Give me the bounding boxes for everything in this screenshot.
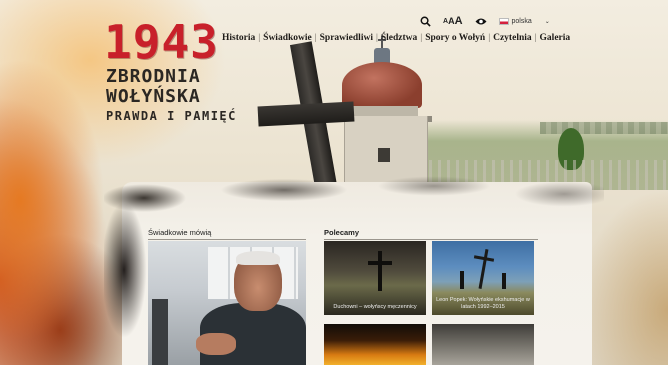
eye-icon <box>475 18 487 24</box>
top-tools: A A A polska ⌄ <box>420 12 550 30</box>
witness-video[interactable] <box>148 241 306 365</box>
logo-tagline: PRAWDA I PAMIĘĆ <box>106 109 237 123</box>
recommended-card[interactable]: Leon Popek: Wołyńskie ekshumacje w latac… <box>432 241 534 315</box>
nav-item-sledztwa[interactable]: Śledztwa <box>381 33 417 43</box>
main-navigation: Historia | Świadkowie | Sprawiedliwi | Ś… <box>222 33 570 43</box>
search-button[interactable] <box>420 16 431 27</box>
church-drum <box>346 106 418 116</box>
church-window <box>378 148 390 162</box>
recommended-card[interactable] <box>324 324 426 365</box>
recommended-card[interactable] <box>432 324 534 365</box>
cross-image <box>478 249 489 289</box>
person-silhouette <box>460 271 464 289</box>
nav-separator: | <box>488 33 491 43</box>
witness-hands <box>196 333 236 355</box>
search-icon <box>420 16 431 27</box>
chevron-down-icon: ⌄ <box>544 18 550 25</box>
nav-separator: | <box>420 33 423 43</box>
burnt-edge-left <box>104 190 148 365</box>
font-size-large-button[interactable]: A <box>455 15 463 27</box>
landscape-treeline <box>540 122 668 134</box>
cross-image <box>368 261 392 265</box>
recommended-section-title: Polecamy <box>324 228 360 237</box>
nav-item-historia[interactable]: Historia <box>222 33 255 43</box>
contrast-button[interactable] <box>475 17 487 26</box>
video-background-stand <box>152 299 168 365</box>
nav-item-sprawiedliwi[interactable]: Sprawiedliwi <box>320 33 373 43</box>
witness-hair <box>236 251 280 265</box>
poland-flag-icon <box>498 17 509 25</box>
nav-separator: | <box>534 33 537 43</box>
nav-separator: | <box>258 33 261 43</box>
person-silhouette <box>502 273 506 289</box>
logo-line-1: ZBRODNIA <box>106 66 201 87</box>
recommended-card-caption: Leon Popek: Wołyńskie ekshumacje w latac… <box>436 297 530 310</box>
cross-image <box>378 251 382 291</box>
language-selector[interactable]: polska ⌄ <box>498 17 550 25</box>
burnt-edge <box>104 172 604 212</box>
nav-item-spory-o-wolyn[interactable]: Spory o Wołyń <box>425 33 485 43</box>
nav-item-galeria[interactable]: Galeria <box>540 33 571 43</box>
recommended-card-caption: Duchowni – wołyńscy męczennicy <box>333 304 417 310</box>
logo-line-2: WOŁYŃSKA <box>106 86 201 107</box>
nav-separator: | <box>375 33 378 43</box>
page: 1943 ZBRODNIA WOŁYŃSKA PRAWDA I PAMIĘĆ A… <box>0 0 668 365</box>
divider <box>148 239 306 240</box>
witnesses-section-title: Świadkowie mówią <box>148 228 212 237</box>
church-dome <box>342 62 422 108</box>
recommended-card[interactable]: Duchowni – wołyńscy męczennicy <box>324 241 426 315</box>
nav-item-czytelnia[interactable]: Czytelnia <box>493 33 532 43</box>
nav-separator: | <box>314 33 317 43</box>
divider <box>324 239 538 240</box>
logo-year: 1943 <box>104 15 219 69</box>
nav-item-swiadkowie[interactable]: Świadkowie <box>263 33 312 43</box>
font-size-controls: A A A <box>443 15 463 27</box>
language-label: polska <box>511 17 532 25</box>
